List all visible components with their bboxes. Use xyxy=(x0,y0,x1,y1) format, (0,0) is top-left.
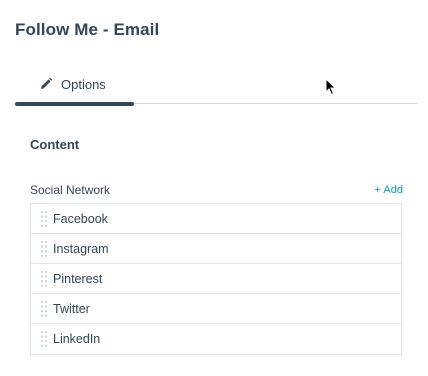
list-item[interactable]: LinkedIn xyxy=(31,324,401,354)
social-network-list: Facebook Instagram Pinterest Twitter Lin… xyxy=(30,203,402,355)
list-item-label: Instagram xyxy=(53,241,109,256)
list-item-label: Twitter xyxy=(53,301,90,316)
tab-options[interactable]: Options xyxy=(15,64,134,104)
tab-options-label: Options xyxy=(61,76,106,92)
list-item-label: LinkedIn xyxy=(53,332,101,346)
drag-handle-icon[interactable] xyxy=(31,264,53,294)
section-title-content: Content xyxy=(30,137,80,152)
list-item[interactable]: Twitter xyxy=(31,294,401,324)
drag-handle-icon[interactable] xyxy=(31,294,53,324)
list-item[interactable]: Instagram xyxy=(31,234,401,264)
field-label-social-network: Social Network xyxy=(30,183,111,197)
list-item-label: Pinterest xyxy=(53,271,103,286)
drag-handle-icon[interactable] xyxy=(31,234,53,264)
mouse-cursor-icon xyxy=(325,77,337,96)
social-network-field-header: Social Network + Add xyxy=(30,182,403,198)
active-tab-indicator xyxy=(15,102,134,106)
list-item[interactable]: Pinterest xyxy=(31,264,401,294)
list-item[interactable]: Facebook xyxy=(31,204,401,234)
drag-handle-icon[interactable] xyxy=(31,324,53,354)
tab-bar: Options xyxy=(15,64,417,106)
module-title: Follow Me - Email xyxy=(15,20,160,39)
drag-handle-icon[interactable] xyxy=(31,204,53,234)
pencil-icon xyxy=(39,77,53,91)
add-item-button[interactable]: + Add xyxy=(375,184,403,196)
list-item-label: Facebook xyxy=(53,211,108,226)
module-editor-panel: Follow Me - Email Options Content Social… xyxy=(0,0,428,376)
